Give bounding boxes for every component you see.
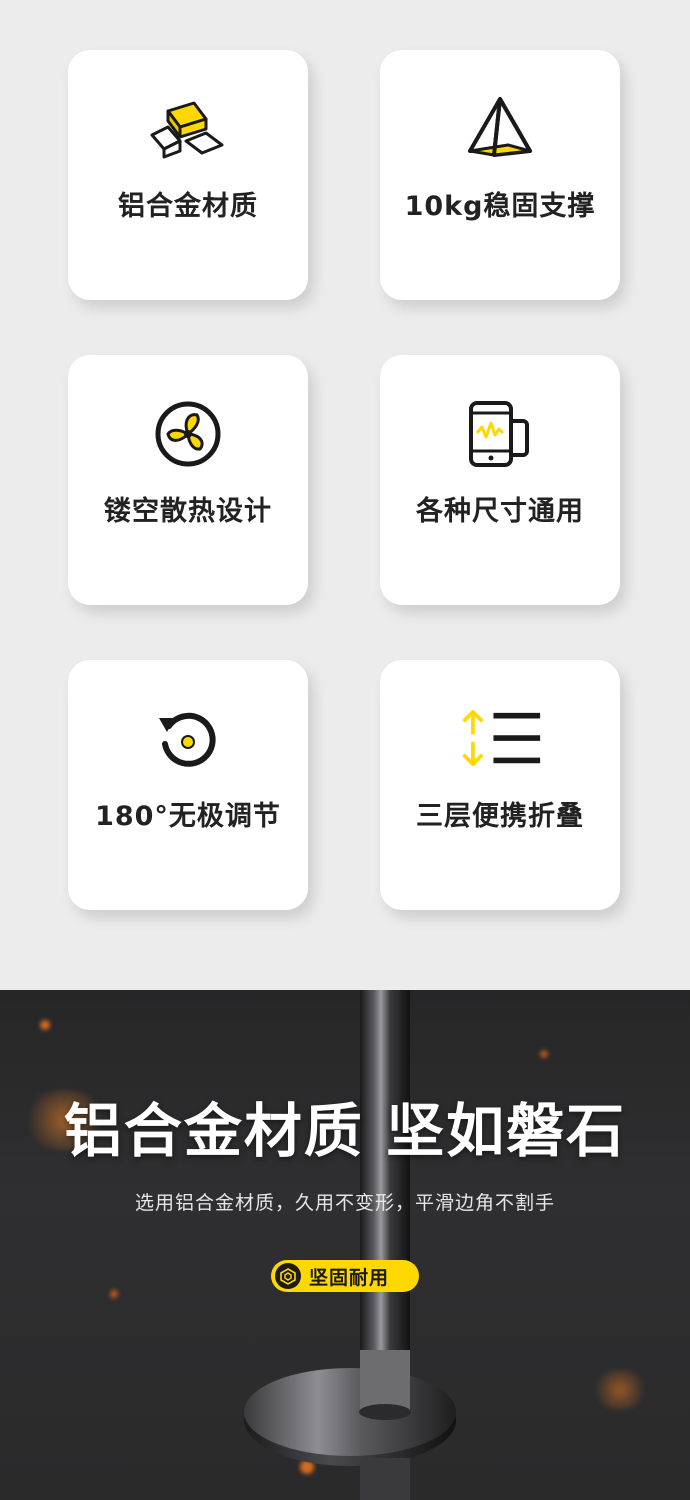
fold-layers-icon <box>458 704 542 774</box>
fan-icon <box>146 399 230 469</box>
feature-card-cooling: 镂空散热设计 <box>68 355 308 605</box>
feature-card-compat: 各种尺寸通用 <box>380 355 620 605</box>
durable-badge: 坚固耐用 <box>271 1260 419 1292</box>
gold-bars-icon <box>146 94 230 164</box>
hero-subtitle: 选用铝合金材质，久用不变形，平滑边角不割手 <box>134 1192 555 1214</box>
ember-spark <box>110 1290 118 1298</box>
feature-label: 各种尺寸通用 <box>416 496 584 527</box>
hero-section: 铝合金材质 坚如磐石 选用铝合金材质，久用不变形，平滑边角不割手 坚固耐用 <box>0 990 690 1500</box>
hero-title: 铝合金材质 坚如磐石 <box>63 1097 627 1165</box>
phone-tablet-icon <box>458 399 542 469</box>
stand-base <box>244 1350 456 1500</box>
feature-label: 铝合金材质 <box>118 191 258 222</box>
features-section: 铝合金材质 10kg稳固支撑 镂空散热设计 各种尺寸通用 180°无极调节 三层… <box>0 0 690 990</box>
ember-glow <box>590 1370 650 1410</box>
badge-label: 坚固耐用 <box>309 1266 390 1289</box>
feature-card-support: 10kg稳固支撑 <box>380 50 620 300</box>
ember-spark <box>540 1050 548 1058</box>
feature-label: 180°无极调节 <box>95 801 281 832</box>
feature-card-fold: 三层便携折叠 <box>380 660 620 910</box>
feature-label: 10kg稳固支撑 <box>404 191 596 222</box>
rotate-icon <box>146 704 230 774</box>
feature-label: 镂空散热设计 <box>104 496 272 527</box>
ember-spark <box>40 1020 50 1030</box>
feature-card-rotate: 180°无极调节 <box>68 660 308 910</box>
cube-icon <box>275 1263 301 1289</box>
pyramid-icon <box>458 94 542 164</box>
feature-card-material: 铝合金材质 <box>68 50 308 300</box>
feature-label: 三层便携折叠 <box>416 801 584 832</box>
